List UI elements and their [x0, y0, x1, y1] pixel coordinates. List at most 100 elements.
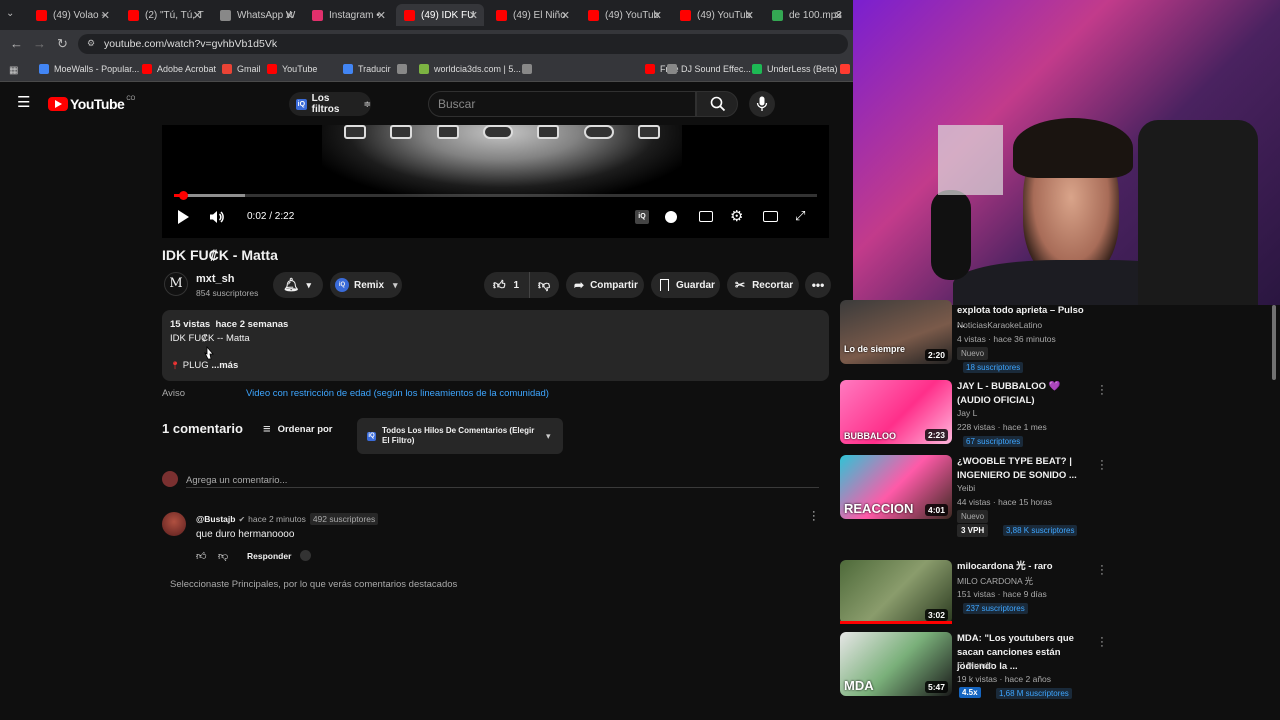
comment-filter-dropdown[interactable]: iQ Todos Los Hilos De Comentarios (Elegi…: [357, 418, 563, 454]
sidebar-more-icon[interactable]: · · ·: [1098, 633, 1106, 652]
youtube-play-icon: [48, 97, 68, 111]
close-tab-icon[interactable]: ✕: [745, 9, 754, 22]
search-input[interactable]: Buscar: [428, 91, 696, 117]
address-bar[interactable]: ⚙ youtube.com/watch?v=gvhbVb1d5Vk: [78, 34, 848, 54]
comment-extension-icon[interactable]: [300, 550, 311, 561]
forward-icon[interactable]: →: [33, 37, 46, 51]
comment-like-icon[interactable]: 👍︎: [196, 550, 206, 562]
clip-button[interactable]: ✂ Recortar: [727, 272, 799, 298]
sidebar-channel-name[interactable]: Jay L: [957, 408, 977, 418]
bookmark-item[interactable]: [397, 64, 412, 74]
save-label: Guardar: [676, 279, 715, 291]
sidebar-thumbnail[interactable]: REACCION 4:01: [840, 455, 952, 519]
sidebar-video-title[interactable]: ¿WOOBLE TYPE BEAT? | INGENIERO DE SONIDO…: [957, 455, 1092, 483]
sidebar-thumbnail[interactable]: MDA 5:47: [840, 632, 952, 696]
comment-filter-label: Todos Los Hilos De Comentarios (Elegir E…: [382, 426, 535, 445]
progress-track[interactable]: [174, 191, 817, 200]
browser-tab[interactable]: (2) "Tú, Tú, T ✕: [120, 4, 208, 26]
close-tab-icon[interactable]: ✕: [469, 9, 478, 22]
commenter-avatar[interactable]: [162, 512, 186, 536]
share-button[interactable]: ➦ Compartir: [566, 272, 644, 298]
show-more-link[interactable]: ...más: [211, 360, 238, 371]
close-tab-icon[interactable]: ✕: [193, 9, 202, 22]
bookmark-item[interactable]: YouTube: [267, 64, 317, 74]
bookmark-item[interactable]: Free DJ Sound Effec...: [645, 64, 751, 74]
search-button[interactable]: [696, 91, 738, 117]
bookmark-item[interactable]: UnderLess (Beta): [752, 64, 838, 74]
like-button[interactable]: 👍︎ 1: [484, 272, 530, 298]
bookmark-item[interactable]: worldcia3ds.com | 5...: [419, 64, 521, 74]
reload-icon[interactable]: ↻: [57, 37, 68, 51]
channel-avatar[interactable]: M: [164, 272, 188, 296]
sidebar-channel-name[interactable]: El Mundo: [957, 660, 993, 670]
fullscreen-icon[interactable]: ⤢: [795, 208, 805, 224]
sidebar-thumbnail[interactable]: Lo de siempre 2:20: [840, 300, 952, 364]
theater-mode-icon[interactable]: [763, 211, 778, 222]
bookmark-item[interactable]: Traducir: [343, 64, 391, 74]
sidebar-channel-name[interactable]: NoticiasKaraokeLatino: [957, 320, 1042, 330]
sort-comments-button[interactable]: ≡ Ordenar por: [263, 422, 333, 435]
pause-toggle-icon[interactable]: [665, 211, 677, 223]
sidebar-scrollbar[interactable]: [1272, 305, 1276, 380]
apps-grid-icon[interactable]: ▦: [9, 65, 18, 76]
browser-tab[interactable]: WhatsApp W ✕: [212, 4, 300, 26]
notification-bell-button[interactable]: 🔔︎ ▾: [273, 272, 323, 298]
close-tab-icon[interactable]: ✕: [377, 9, 386, 22]
voice-search-button[interactable]: [749, 91, 775, 117]
sidebar-thumbnail[interactable]: BUBBALOO 2:23: [840, 380, 952, 444]
close-tab-icon[interactable]: ✕: [285, 9, 294, 22]
filter-extension-icon[interactable]: iQ: [635, 210, 649, 224]
hamburger-menu-icon[interactable]: ☰: [17, 95, 30, 110]
bookmark-item[interactable]: MoeWalls - Popular...: [39, 64, 139, 74]
video-duration: 2:20: [924, 349, 948, 361]
sidebar-more-icon[interactable]: · · ·: [1098, 561, 1106, 580]
browser-tab[interactable]: de 100.mp3 ✕: [764, 4, 849, 26]
youtube-logo[interactable]: YouTube CO: [48, 96, 135, 112]
comment-dislike-icon[interactable]: 👎︎: [218, 550, 228, 562]
bookmark-item[interactable]: [667, 64, 682, 74]
close-tab-icon[interactable]: ✕: [834, 9, 843, 22]
settings-gear-icon[interactable]: ⚙: [730, 207, 743, 225]
tab-search-icon[interactable]: ⌄: [6, 8, 20, 22]
browser-tab[interactable]: (49) IDK FU ✕: [396, 4, 484, 26]
add-comment-input[interactable]: Agrega un comentario...: [186, 470, 819, 488]
browser-tab[interactable]: (49) El Niño ✕: [488, 4, 576, 26]
bookmark-item[interactable]: [522, 64, 537, 74]
comment-time[interactable]: hace 2 minutos: [248, 514, 306, 524]
bookmark-item[interactable]: Adobe Acrobat: [142, 64, 216, 74]
reply-button[interactable]: Responder: [247, 551, 291, 561]
sidebar-channel-name[interactable]: MILO CARDONA 光: [957, 575, 1033, 587]
browser-tab[interactable]: Instagram • ✕: [304, 4, 392, 26]
description-box[interactable]: 15 vistas hace 2 semanas IDK FU₡K -- Mat…: [162, 310, 829, 381]
channel-name[interactable]: mxt_sh: [196, 273, 235, 285]
bookmark-item[interactable]: Gmail: [222, 64, 261, 74]
thumbs-down-icon[interactable]: 👎︎: [538, 278, 550, 293]
remix-button[interactable]: iQ Remix ▾: [330, 272, 402, 298]
site-info-icon[interactable]: ⚙: [87, 38, 95, 49]
video-player[interactable]: 0:02 / 2:22 iQ ⚙ ⤢: [162, 125, 829, 238]
filters-button[interactable]: iQ Los filtros ≑: [289, 92, 371, 116]
browser-tab[interactable]: (49) YouTub ✕: [580, 4, 668, 26]
browser-tab[interactable]: (49) Volao - ✕: [28, 4, 116, 26]
age-restriction-link[interactable]: Video con restricción de edad (según los…: [246, 388, 549, 399]
more-actions-button[interactable]: •••: [805, 272, 831, 298]
scrubber-handle[interactable]: [179, 191, 188, 200]
back-icon[interactable]: ←: [10, 37, 23, 51]
close-tab-icon[interactable]: ✕: [101, 9, 110, 22]
sidebar-channel-name[interactable]: Yeibi: [957, 483, 975, 493]
sidebar-subs-badge: 237 suscriptores: [963, 603, 1028, 614]
sidebar-more-icon[interactable]: · · ·: [1098, 381, 1106, 400]
comment-author[interactable]: @Bustajb: [196, 514, 235, 524]
save-button[interactable]: Guardar: [651, 272, 720, 298]
sidebar-video-title[interactable]: JAY L - BUBBALOO 💜(AUDIO OFICIAL): [957, 380, 1092, 408]
sidebar-thumbnail[interactable]: 3:02: [840, 560, 952, 624]
close-tab-icon[interactable]: ✕: [653, 9, 662, 22]
sidebar-video-title[interactable]: milocardona 光 - raro: [957, 560, 1092, 574]
browser-tab[interactable]: (49) YouTub ✕: [672, 4, 760, 26]
subtitles-icon[interactable]: [699, 211, 713, 222]
comment-more-icon[interactable]: · · ·: [812, 507, 816, 526]
play-icon[interactable]: [178, 210, 189, 224]
volume-icon[interactable]: [209, 209, 225, 225]
close-tab-icon[interactable]: ✕: [561, 9, 570, 22]
sidebar-more-icon[interactable]: · · ·: [1098, 456, 1106, 475]
